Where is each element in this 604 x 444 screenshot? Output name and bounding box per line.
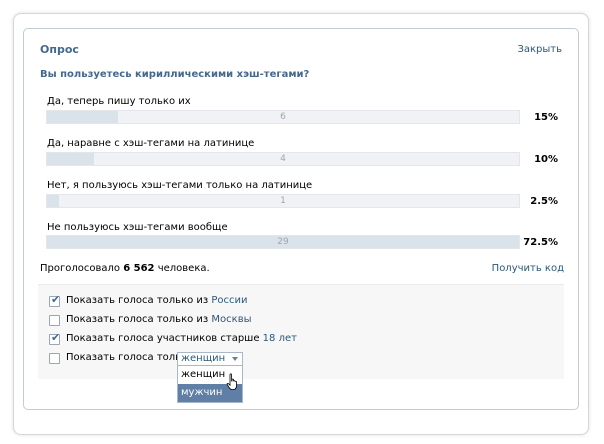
option-label: Нет, я пользуюсь хэш-тегами только на ла… — [47, 180, 313, 191]
chevron-down-icon — [232, 357, 238, 361]
option-label: Да, наравне с хэш-тегами на латинице — [47, 138, 255, 149]
option-percent: 10% — [534, 154, 558, 165]
filter-label: Показать голоса участников старше — [66, 333, 263, 344]
option-label: Да, теперь пишу только их — [47, 96, 191, 107]
voted-suffix: человека. — [154, 263, 210, 274]
option-bar[interactable]: 29 — [46, 235, 520, 249]
filter-link-moscow[interactable]: Москвы — [211, 314, 251, 325]
poll-title: Опрос — [40, 43, 79, 56]
option-label: Не пользуюсь хэш-тегами вообще — [47, 222, 228, 233]
option-count: 4 — [280, 154, 286, 164]
gender-dropdown[interactable]: женщин — [177, 352, 243, 366]
get-code-link[interactable]: Получить код — [492, 263, 564, 274]
voted-prefix: Проголосовало — [40, 263, 124, 274]
option-percent: 72.5% — [523, 237, 558, 248]
option-percent: 2.5% — [530, 196, 558, 207]
filter-link-russia[interactable]: России — [211, 295, 247, 306]
poll-card: Опрос Закрыть Вы пользуетесь кириллическ… — [23, 28, 579, 410]
filters-panel: ✔ Показать голоса только из России ✔ Пок… — [38, 284, 564, 403]
checkmark-icon: ✔ — [51, 293, 61, 306]
checkbox[interactable]: ✔ — [49, 331, 61, 345]
voted-count: 6 562 — [123, 263, 155, 274]
filter-link-age[interactable]: 18 лет — [263, 333, 297, 344]
filter-label: Показать голоса только из — [66, 295, 212, 306]
option-bar[interactable]: 1 — [46, 194, 520, 208]
close-link[interactable]: Закрыть — [517, 44, 562, 55]
option-count: 29 — [277, 237, 289, 247]
checkbox[interactable]: ✔ — [49, 315, 60, 326]
option-bar[interactable]: 6 — [46, 110, 520, 124]
checkbox[interactable]: ✔ — [49, 293, 61, 307]
checkbox[interactable]: ✔ — [49, 353, 60, 364]
gender-dropdown-value: женщин — [181, 353, 226, 364]
option-count: 6 — [280, 112, 286, 122]
filter-label: Показать голоса только из — [66, 314, 212, 325]
option-bar[interactable]: 4 — [46, 152, 520, 166]
checkmark-icon: ✔ — [51, 331, 61, 344]
option-count: 1 — [280, 196, 286, 206]
voted-summary: Проголосовало 6 562 человека. — [40, 263, 210, 274]
hand-cursor-icon — [226, 373, 237, 390]
option-percent: 15% — [534, 112, 558, 123]
filter-label: Показать голоса только — [66, 352, 194, 363]
poll-question: Вы пользуетесь кириллическими хэш-тегами… — [40, 69, 310, 80]
